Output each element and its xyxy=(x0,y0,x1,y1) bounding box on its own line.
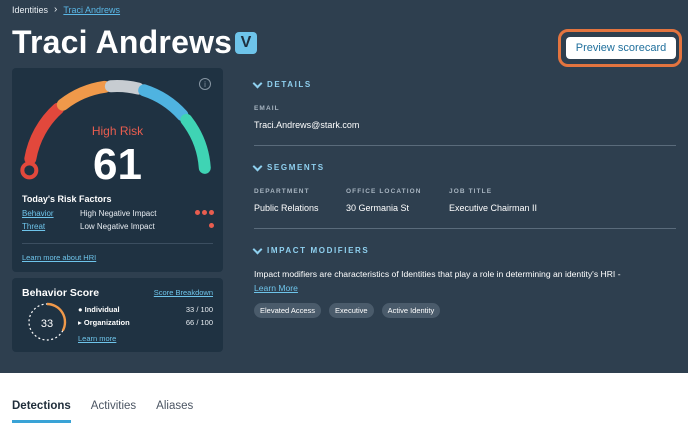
tag-active-identity[interactable]: Active Identity xyxy=(381,303,441,318)
risk-factors-title: Today's Risk Factors xyxy=(22,194,112,204)
risk-factor-dots xyxy=(209,223,214,228)
behavior-row-value: 33 / 100 xyxy=(185,305,213,314)
impact-modifiers-section-toggle[interactable]: IMPACT MODIFIERS xyxy=(252,244,370,255)
behavior-row-label: Organization xyxy=(83,318,130,327)
learn-more-hri-link[interactable]: Learn more about HRI xyxy=(22,253,96,262)
segments-section-toggle[interactable]: SEGMENTS xyxy=(252,161,325,172)
behavior-score-title: Behavior Score xyxy=(22,287,100,299)
details-heading: DETAILS xyxy=(267,80,312,89)
tag-elevated-access[interactable]: Elevated Access xyxy=(254,303,322,318)
department-label: DEPARTMENT xyxy=(254,188,310,195)
risk-factor-impact: High Negative Impact xyxy=(80,209,157,218)
risk-card: i High Risk 61 Today's Risk Factors Beha… xyxy=(12,68,223,272)
info-icon[interactable]: i xyxy=(199,78,211,90)
chevron-down-icon xyxy=(252,161,263,171)
divider xyxy=(254,145,676,146)
impact-modifiers-description: Impact modifiers are characteristics of … xyxy=(254,267,674,295)
gauge-segment xyxy=(56,80,111,111)
vip-badge: V xyxy=(235,32,257,54)
impact-dot-icon xyxy=(209,210,214,215)
segments-heading: SEGMENTS xyxy=(267,163,325,172)
divider xyxy=(22,243,213,244)
breadcrumb-separator-icon: › xyxy=(54,4,58,15)
job-title-value: Executive Chairman II xyxy=(449,203,538,213)
expand-caret-icon[interactable]: ▸ xyxy=(78,318,82,327)
behavior-score-value: 33 xyxy=(40,318,54,330)
job-title-label: JOB TITLE xyxy=(449,188,493,195)
behavior-row-individual: ● Individual 33 / 100 xyxy=(78,305,213,314)
tab-detections[interactable]: Detections xyxy=(12,400,71,423)
office-location-value: 30 Germania St xyxy=(346,203,410,213)
impact-dot-icon xyxy=(209,223,214,228)
risk-level: High Risk xyxy=(91,124,144,138)
breadcrumb-current[interactable]: Traci Andrews xyxy=(63,5,120,15)
risk-factor-impact: Low Negative Impact xyxy=(80,222,155,231)
impact-modifiers-text: Impact modifiers are characteristics of … xyxy=(254,269,621,279)
impact-modifiers-learn-more-link[interactable]: Learn More xyxy=(254,283,298,293)
behavior-row-value: 66 / 100 xyxy=(185,318,213,327)
page-title: Traci Andrews xyxy=(12,24,233,60)
tag-executive[interactable]: Executive xyxy=(329,303,374,318)
tab-bar: Detections Activities Aliases xyxy=(12,400,193,423)
bullet-icon: ● xyxy=(78,305,83,314)
impact-modifier-tags: Elevated Access Executive Active Identit… xyxy=(254,303,441,318)
risk-factor-name[interactable]: Threat xyxy=(22,222,45,231)
breadcrumb-root[interactable]: Identities xyxy=(12,5,48,15)
gauge-segment xyxy=(138,84,189,122)
learn-more-link[interactable]: Learn more xyxy=(78,334,116,343)
behavior-score-card: Behavior Score Score Breakdown 33 ● Indi… xyxy=(12,278,223,352)
tab-aliases[interactable]: Aliases xyxy=(156,400,193,423)
tab-activities[interactable]: Activities xyxy=(91,400,136,423)
details-section-toggle[interactable]: DETAILS xyxy=(252,78,312,89)
office-location-label: OFFICE LOCATION xyxy=(346,188,422,195)
chevron-down-icon xyxy=(252,78,263,88)
score-breakdown-link[interactable]: Score Breakdown xyxy=(154,288,213,297)
risk-score: 61 xyxy=(93,140,142,189)
impact-modifiers-heading: IMPACT MODIFIERS xyxy=(267,246,370,255)
email-label: EMAIL xyxy=(254,105,280,112)
breadcrumb: Identities › Traci Andrews xyxy=(12,4,120,15)
risk-factor-dots xyxy=(195,210,214,215)
identity-header-panel: Identities › Traci Andrews Traci Andrews… xyxy=(0,0,688,373)
impact-dot-icon xyxy=(195,210,200,215)
chevron-down-icon xyxy=(252,244,263,254)
gauge-segment xyxy=(104,80,145,95)
email-value: Traci.Andrews@stark.com xyxy=(254,120,360,130)
preview-scorecard-button[interactable]: Preview scorecard xyxy=(566,37,676,59)
impact-dot-icon xyxy=(202,210,207,215)
divider xyxy=(254,228,676,229)
behavior-row-label: Individual xyxy=(84,305,120,314)
behavior-row-organization[interactable]: ▸ Organization 66 / 100 xyxy=(78,318,213,327)
risk-factor-name[interactable]: Behavior xyxy=(22,209,54,218)
department-value: Public Relations xyxy=(254,203,319,213)
